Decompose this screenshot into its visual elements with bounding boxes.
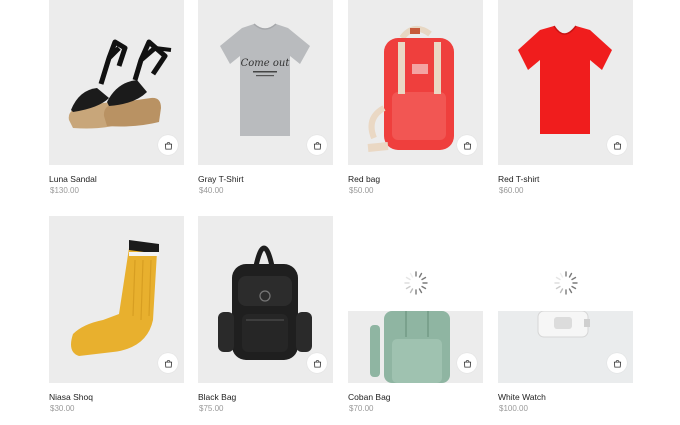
product-name[interactable]: Black Bag	[198, 392, 236, 402]
product-card[interactable]: Come out Gray T-Shirt $40.00	[198, 0, 333, 195]
bag-icon	[613, 359, 621, 368]
product-name[interactable]: White Watch	[498, 392, 546, 402]
product-card[interactable]: White Watch $100.00	[498, 216, 633, 413]
product-image[interactable]	[348, 0, 483, 165]
product-card[interactable]: Niasa Shoq $30.00	[49, 216, 184, 413]
add-to-cart-button[interactable]	[607, 135, 627, 155]
product-name[interactable]: Niasa Shoq	[49, 392, 93, 402]
product-grid: Luna Sandal $130.00 Come out Gray T-Shir…	[0, 0, 680, 425]
shirt-print: Come out	[241, 58, 291, 69]
bag-icon	[463, 359, 471, 368]
product-image[interactable]	[348, 216, 483, 383]
add-to-cart-button[interactable]	[457, 353, 477, 373]
product-image[interactable]	[49, 216, 184, 383]
product-card[interactable]: Luna Sandal $130.00	[49, 0, 184, 195]
product-card[interactable]: Red T-shirt $60.00	[498, 0, 633, 195]
add-to-cart-button[interactable]	[158, 353, 178, 373]
bag-icon	[164, 141, 172, 150]
product-card[interactable]: Red bag $50.00	[348, 0, 483, 195]
product-card[interactable]: Black Bag $75.00	[198, 216, 333, 413]
product-name[interactable]: Coban Bag	[348, 392, 391, 402]
product-image[interactable]	[498, 0, 633, 165]
bag-icon	[164, 359, 172, 368]
product-price: $75.00	[199, 404, 224, 413]
product-image[interactable]: Come out	[198, 0, 333, 165]
add-to-cart-button[interactable]	[307, 135, 327, 155]
product-name[interactable]: Red bag	[348, 174, 380, 184]
bag-icon	[613, 141, 621, 150]
product-price: $130.00	[50, 186, 79, 195]
add-to-cart-button[interactable]	[158, 135, 178, 155]
bag-icon	[313, 141, 321, 150]
product-price: $30.00	[50, 404, 75, 413]
product-price: $70.00	[349, 404, 374, 413]
product-image[interactable]	[49, 0, 184, 165]
bag-icon	[313, 359, 321, 368]
product-price: $100.00	[499, 404, 528, 413]
product-price: $40.00	[199, 186, 224, 195]
add-to-cart-button[interactable]	[607, 353, 627, 373]
product-name[interactable]: Gray T-Shirt	[198, 174, 244, 184]
product-name[interactable]: Red T-shirt	[498, 174, 539, 184]
add-to-cart-button[interactable]	[307, 353, 327, 373]
loading-spinner-icon	[404, 271, 428, 295]
product-price: $50.00	[349, 186, 374, 195]
product-card[interactable]: Coban Bag $70.00	[348, 216, 483, 413]
product-image[interactable]	[198, 216, 333, 383]
product-price: $60.00	[499, 186, 524, 195]
product-name[interactable]: Luna Sandal	[49, 174, 97, 184]
product-image[interactable]	[498, 216, 633, 383]
add-to-cart-button[interactable]	[457, 135, 477, 155]
loading-spinner-icon	[554, 271, 578, 295]
bag-icon	[463, 141, 471, 150]
